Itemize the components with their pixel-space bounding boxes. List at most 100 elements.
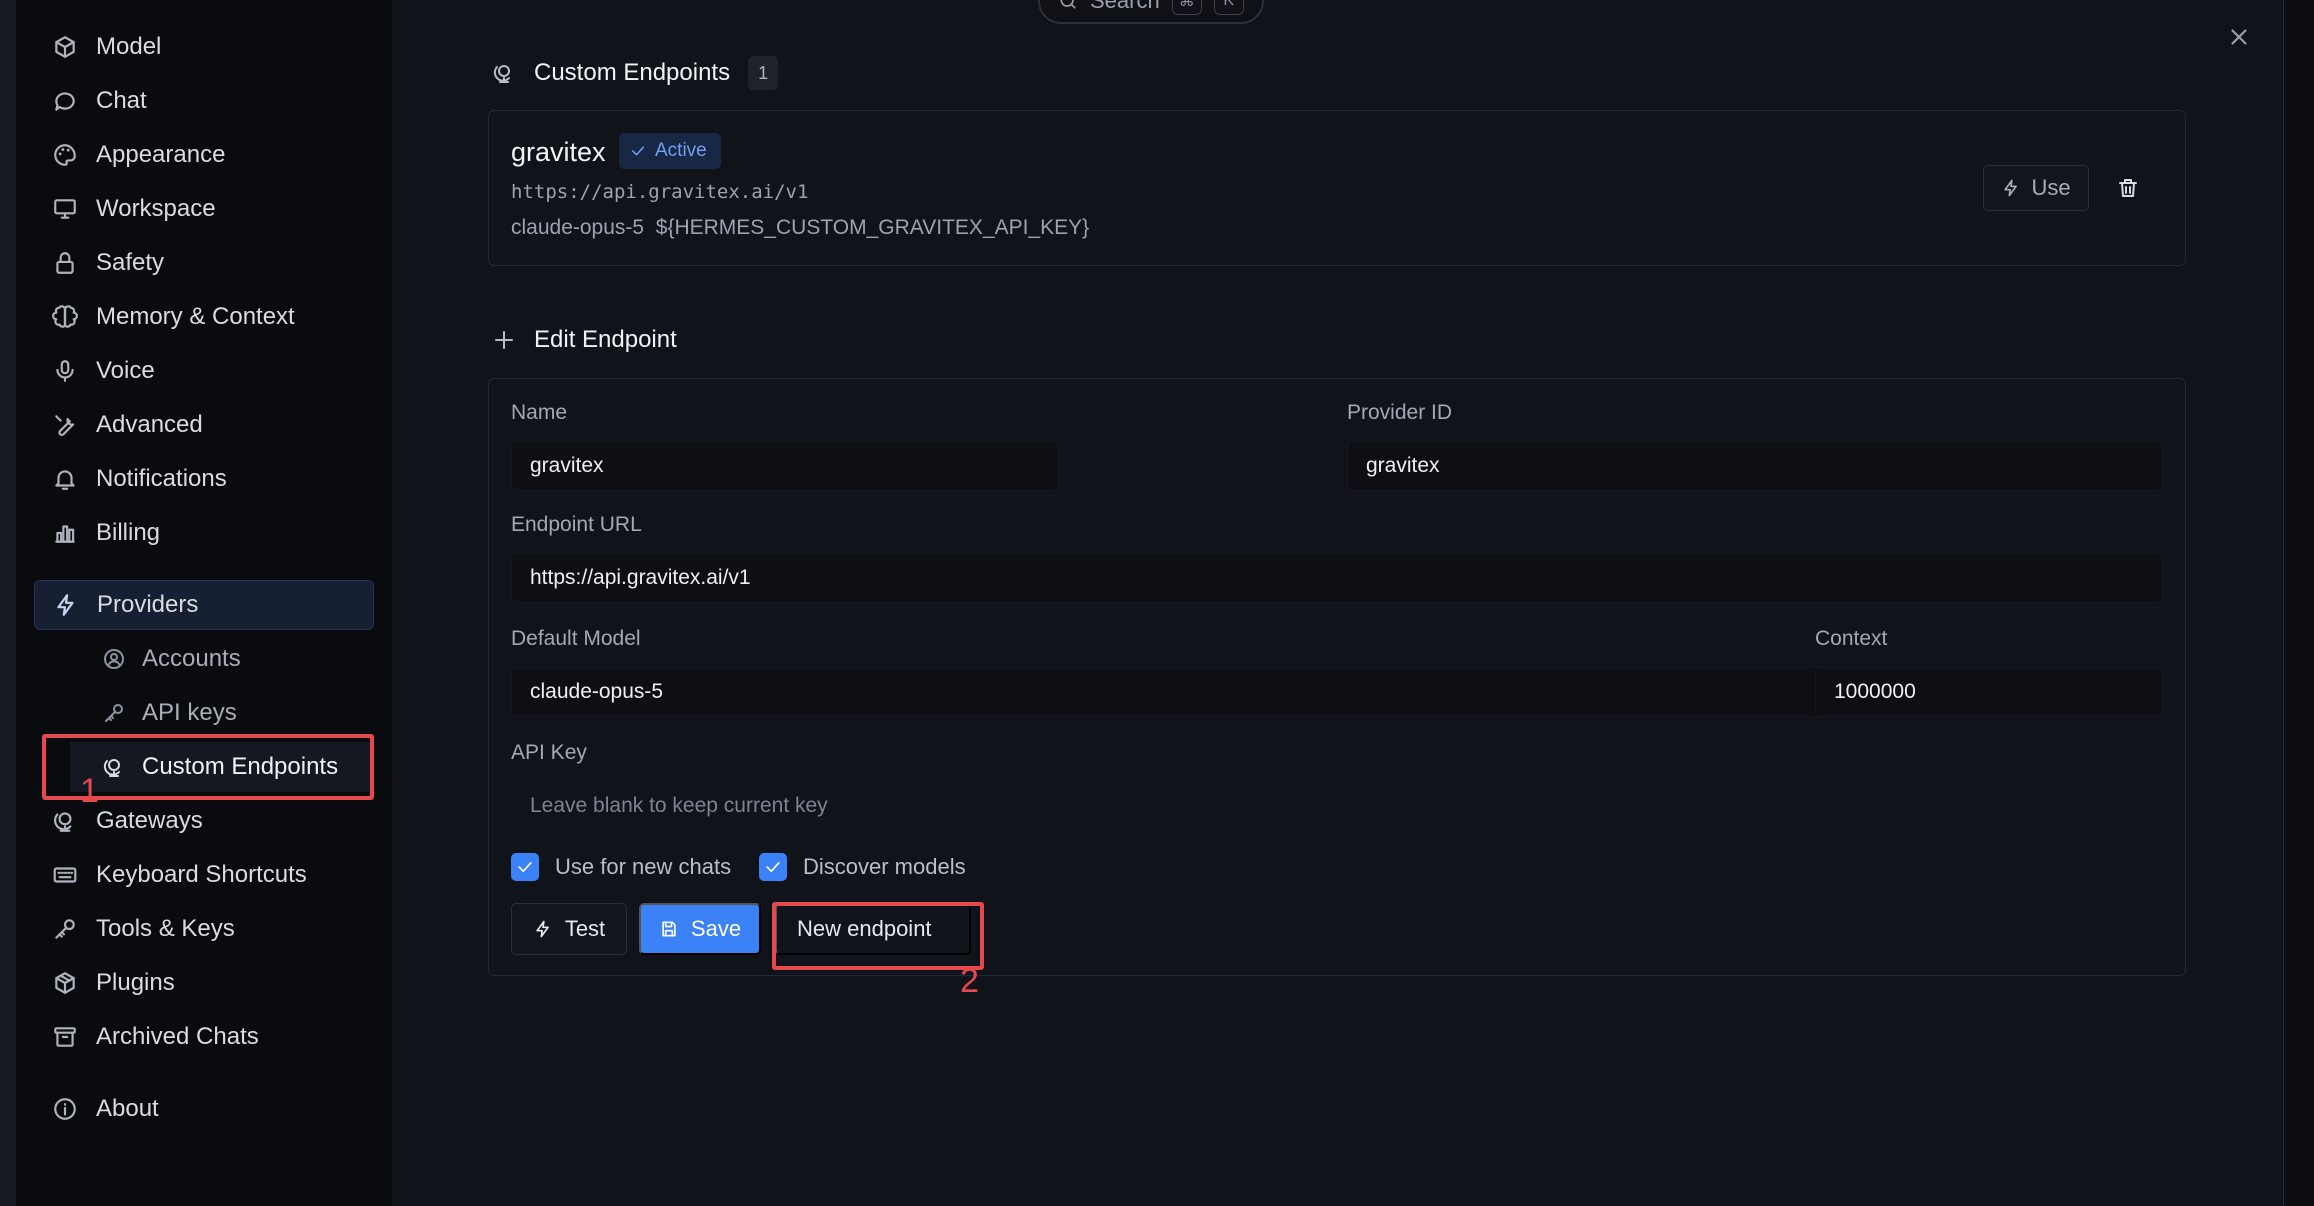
checkbox-checked[interactable]: [511, 853, 539, 881]
plus-icon: [492, 328, 516, 352]
brain-icon: [52, 304, 78, 330]
search-icon: [1058, 0, 1078, 11]
package-icon: [52, 970, 78, 996]
sidebar-item-appearance[interactable]: Appearance: [34, 130, 374, 180]
sidebar-item-label: Gateways: [96, 807, 203, 834]
default-model-field[interactable]: [511, 667, 1823, 717]
checkbox-label: Use for new chats: [555, 854, 732, 879]
sidebar-item-label: Model: [96, 33, 162, 60]
trash-icon: [2116, 176, 2140, 200]
use-for-new-chats-checkbox[interactable]: Use for new chats: [511, 853, 731, 881]
endpoint-url-label: Endpoint URL: [511, 513, 642, 536]
sidebar-item-plugins[interactable]: Plugins: [34, 958, 374, 1008]
sidebar-item-workspace[interactable]: Workspace: [34, 184, 374, 234]
status-badge: Active: [619, 133, 721, 169]
sidebar-item-memory-context[interactable]: Memory & Context: [34, 292, 374, 342]
sidebar-item-voice[interactable]: Voice: [34, 346, 374, 396]
sidebar-subitem-api-keys[interactable]: API keys: [70, 688, 374, 738]
sidebar-subitem-accounts[interactable]: Accounts: [70, 634, 374, 684]
checkbox-checked[interactable]: [759, 853, 787, 881]
lightning-icon: [53, 592, 79, 618]
endpoint-api-key-env: ${HERMES_CUSTOM_GRAVITEX_API_KEY}: [655, 216, 1090, 239]
sidebar-item-about[interactable]: About: [34, 1084, 374, 1134]
check-icon: [629, 142, 647, 160]
chat-bubble-icon: [52, 88, 78, 114]
endpoint-url-field[interactable]: [511, 553, 2163, 603]
sidebar-item-tools-keys[interactable]: Tools & Keys: [34, 904, 374, 954]
sidebar-item-label: Keyboard Shortcuts: [96, 861, 307, 888]
settings-sidebar: Model Chat Appearance Workspace Safety M…: [16, 0, 392, 1206]
use-endpoint-button[interactable]: Use: [1983, 165, 2089, 211]
sidebar-item-billing[interactable]: Billing: [34, 508, 374, 558]
cube-icon: [52, 34, 78, 60]
provider-id-label: Provider ID: [1347, 401, 1453, 424]
sidebar-item-providers[interactable]: Providers: [34, 580, 374, 630]
endpoint-count-badge: 1: [748, 56, 779, 90]
section-title: Edit Endpoint: [534, 326, 677, 353]
annotation-number-1: 1: [80, 772, 99, 810]
delete-endpoint-button[interactable]: [2105, 165, 2151, 211]
default-model-label: Default Model: [511, 627, 641, 650]
api-key-field[interactable]: [511, 781, 2163, 831]
checkbox-label: Discover models: [803, 854, 966, 879]
sidebar-item-label: Tools & Keys: [96, 915, 235, 942]
edit-endpoint-form: Name Provider ID Endpoint URL Default Mo…: [488, 378, 2186, 976]
search-label: Search: [1090, 0, 1160, 13]
save-button-label: Save: [690, 916, 742, 941]
test-button[interactable]: Test: [511, 903, 627, 955]
sidebar-item-label: Advanced: [96, 411, 203, 438]
discover-models-checkbox[interactable]: Discover models: [759, 853, 966, 881]
sidebar-item-advanced[interactable]: Advanced: [34, 400, 374, 450]
sidebar-item-label: About: [96, 1095, 159, 1122]
sidebar-item-label: Providers: [97, 591, 199, 618]
search-bar[interactable]: Search ⌘ K: [1038, 0, 1264, 24]
sidebar-item-label: Workspace: [96, 195, 216, 222]
key-icon: [52, 916, 78, 942]
keyboard-icon: [52, 862, 78, 888]
sidebar-item-notifications[interactable]: Notifications: [34, 454, 374, 504]
lightning-icon: [533, 919, 553, 939]
globe-stand-icon: [52, 808, 78, 834]
endpoint-url: https://api.gravitex.ai/v1: [511, 181, 809, 203]
context-label: Context: [1815, 627, 1888, 650]
sidebar-item-keyboard-shortcuts[interactable]: Keyboard Shortcuts: [34, 850, 374, 900]
lock-icon: [52, 250, 78, 276]
sidebar-item-label: Memory & Context: [96, 303, 295, 330]
endpoint-name: gravitex: [511, 137, 606, 167]
sidebar-item-label: Notifications: [96, 465, 227, 492]
monitor-icon: [52, 196, 78, 222]
wrench-icon: [52, 412, 78, 438]
sidebar-item-label: Voice: [96, 357, 155, 384]
sidebar-item-model[interactable]: Model: [34, 22, 374, 72]
sidebar-item-label: Chat: [96, 87, 147, 114]
context-field[interactable]: [1815, 667, 2163, 717]
sidebar-subitem-label: Accounts: [142, 645, 241, 672]
name-label: Name: [511, 401, 568, 424]
section-title: Custom Endpoints: [534, 59, 731, 86]
custom-endpoints-header: Custom Endpoints 1: [492, 56, 779, 90]
test-button-label: Test: [564, 916, 606, 941]
save-button[interactable]: Save: [639, 903, 761, 955]
sidebar-item-chat[interactable]: Chat: [34, 76, 374, 126]
background-app-strip: [0, 0, 16, 1206]
api-key-label: API Key: [511, 741, 587, 764]
archive-icon: [52, 1024, 78, 1050]
edit-endpoint-header: Edit Endpoint: [492, 326, 677, 354]
provider-id-field[interactable]: [1347, 441, 2163, 491]
sidebar-item-label: Billing: [96, 519, 161, 546]
endpoint-model: claude-opus-5: [511, 216, 645, 239]
microphone-icon: [52, 358, 78, 384]
settings-content: Custom Endpoints 1 gravitex Active https…: [392, 0, 2284, 1206]
shortcut-key-cmd: ⌘: [1171, 0, 1202, 15]
name-field[interactable]: [511, 441, 1059, 491]
sidebar-item-archived-chats[interactable]: Archived Chats: [34, 1012, 374, 1062]
use-button-label: Use: [2031, 175, 2071, 200]
close-icon[interactable]: [2226, 24, 2252, 50]
sidebar-subitem-label: API keys: [142, 699, 237, 726]
bell-icon: [52, 466, 78, 492]
lightning-icon: [2001, 178, 2021, 198]
sidebar-item-safety[interactable]: Safety: [34, 238, 374, 288]
sidebar-item-label: Safety: [96, 249, 165, 276]
endpoint-card: gravitex Active https://api.gravitex.ai/…: [488, 110, 2186, 266]
status-label: Active: [655, 140, 707, 161]
